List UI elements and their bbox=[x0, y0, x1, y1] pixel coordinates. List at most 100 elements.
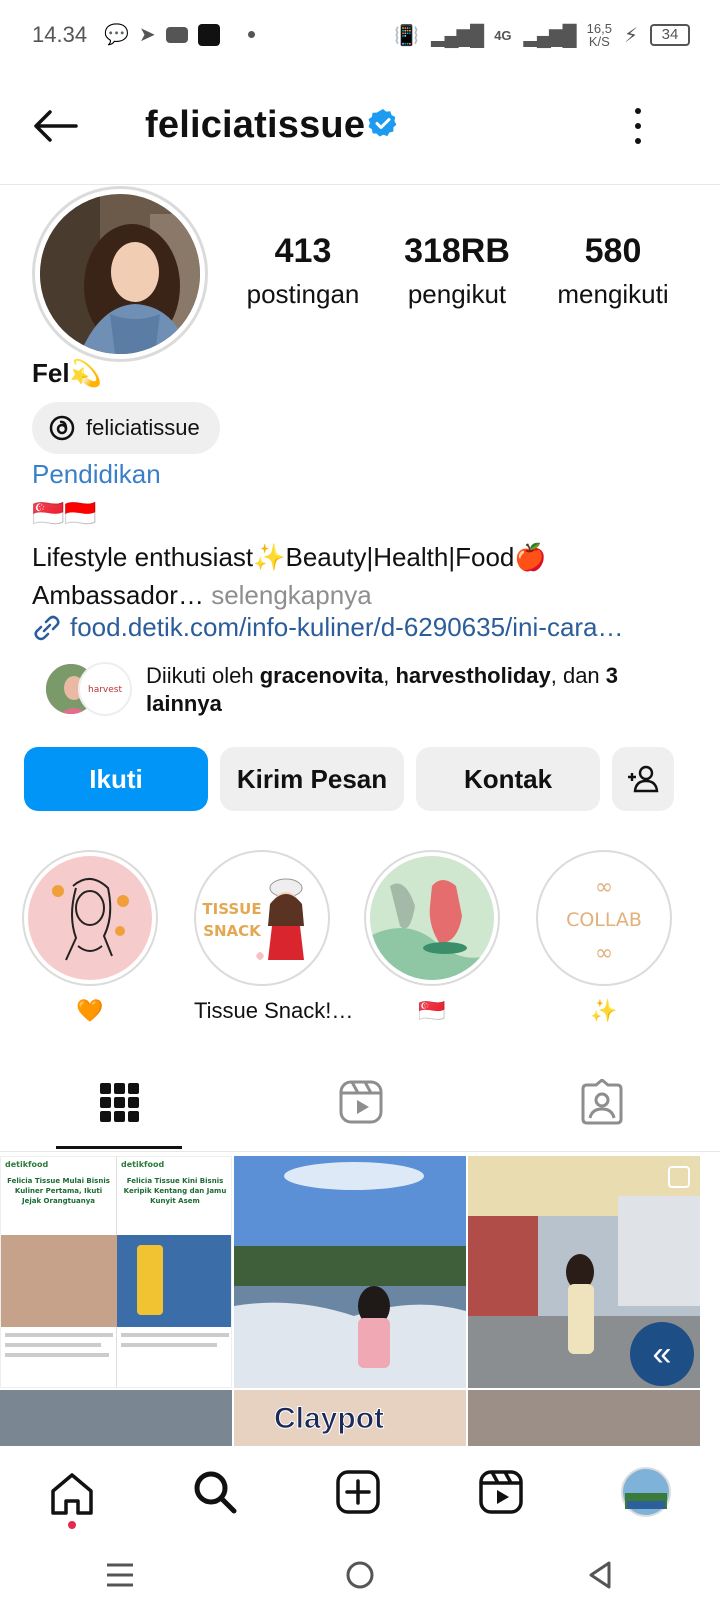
header-divider bbox=[0, 184, 720, 185]
highlight-2-label: Tissue Snack!… bbox=[194, 998, 354, 1023]
back-button[interactable] bbox=[30, 106, 80, 146]
avatar-photo bbox=[40, 194, 200, 354]
reels-icon bbox=[339, 1080, 383, 1124]
recents-button[interactable] bbox=[105, 1562, 135, 1593]
svg-text:∞: ∞ bbox=[595, 941, 613, 966]
highlight-2[interactable]: TISSUE SNACK Tissue Snack!… bbox=[194, 850, 354, 1024]
tab-reels[interactable] bbox=[242, 1052, 480, 1152]
tagged-icon bbox=[581, 1079, 623, 1125]
highlight-4-cover: ∞ COLLAB ∞ bbox=[542, 856, 666, 980]
bio-text: Lifestyle enthusiast✨Beauty|Health|Food🍎… bbox=[32, 538, 547, 614]
highlight-1-cover bbox=[28, 856, 152, 980]
following-count[interactable]: 580 mengikuti bbox=[548, 232, 678, 310]
svg-text:SNACK: SNACK bbox=[203, 922, 262, 940]
back-system-button[interactable] bbox=[585, 1560, 615, 1595]
add-post-icon bbox=[336, 1469, 380, 1514]
search-icon bbox=[194, 1471, 237, 1513]
profile-username: feliciatissue bbox=[145, 104, 366, 146]
threads-handle: feliciatissue bbox=[86, 415, 200, 440]
signal-icon-2: ▂▄▆█ bbox=[523, 24, 577, 47]
notification-dot bbox=[67, 1521, 76, 1529]
tab-tagged[interactable] bbox=[484, 1052, 720, 1152]
status-right: 📳 ▂▄▆█ 4G ▂▄▆█ 16,5 K/S ⚡ 34 bbox=[394, 22, 690, 48]
posts-count[interactable]: 413 postingan bbox=[243, 232, 363, 310]
grid-post-4[interactable] bbox=[0, 1390, 232, 1446]
grid-post-6[interactable] bbox=[468, 1390, 700, 1446]
mutual-followers[interactable]: harvest Diikuti oleh gracenovita, harves… bbox=[44, 662, 684, 718]
link-icon bbox=[34, 615, 60, 640]
post-1-headline-a: Felicia Tissue Mulai Bisnis Kuliner Pert… bbox=[7, 1177, 110, 1205]
chat-icon: 💬 bbox=[104, 24, 129, 46]
nav-home[interactable] bbox=[49, 1471, 95, 1529]
svg-text:harvest: harvest bbox=[88, 685, 122, 695]
bio-flags: 🇸🇬🇮🇩 bbox=[32, 498, 97, 528]
profile-avatar[interactable] bbox=[32, 186, 208, 362]
verified-badge-icon bbox=[368, 109, 397, 137]
highlight-1-label: 🧡 bbox=[76, 998, 104, 1023]
see-more-link[interactable]: selengkapnya bbox=[204, 580, 371, 610]
bio-line-2: Ambassador… selengkapnya bbox=[32, 580, 372, 610]
post-5-text: Claypot bbox=[273, 1402, 385, 1436]
home-button[interactable] bbox=[345, 1560, 375, 1595]
charging-icon: ⚡ bbox=[623, 24, 638, 47]
add-user-icon bbox=[628, 765, 659, 793]
svg-text:∞: ∞ bbox=[595, 875, 613, 900]
suggest-user-button[interactable] bbox=[612, 747, 674, 811]
triangle-back-icon bbox=[589, 1561, 611, 1588]
telegram-icon: ➤ bbox=[138, 24, 156, 46]
multi-post-icon bbox=[668, 1166, 690, 1188]
highlight-3-label: 🇸🇬 bbox=[418, 998, 446, 1023]
mutual-avatars: harvest bbox=[44, 662, 132, 716]
bio-line-1: Lifestyle enthusiast✨Beauty|Health|Food🍎 bbox=[32, 542, 547, 572]
profile-avatar-icon bbox=[621, 1466, 672, 1517]
profile-display-name: Fel💫 bbox=[32, 358, 102, 388]
vibrate-icon: 📳 bbox=[394, 24, 420, 47]
nav-create[interactable] bbox=[335, 1469, 381, 1520]
grid-post-5[interactable]: Claypot bbox=[234, 1390, 466, 1446]
posts-grid: detikfood Felicia Tissue Mulai Bisnis Ku… bbox=[0, 1156, 720, 1446]
notification-icons: 💬 ➤ bbox=[104, 22, 255, 47]
highlight-3[interactable]: 🇸🇬 bbox=[364, 850, 500, 1024]
highlight-2-cover: TISSUE SNACK bbox=[200, 856, 324, 980]
dot-icon bbox=[247, 31, 255, 38]
threads-icon bbox=[49, 415, 75, 441]
tab-posts-grid[interactable] bbox=[0, 1052, 238, 1152]
nav-profile[interactable] bbox=[621, 1466, 672, 1522]
bio-link[interactable]: food.detik.com/info-kuliner/d-6290635/in… bbox=[32, 612, 624, 643]
nav-reels[interactable] bbox=[478, 1469, 524, 1520]
back-arrow-icon bbox=[34, 110, 78, 142]
post-1-brand-b: detikfood bbox=[121, 1160, 165, 1169]
status-bar: 14.34 💬 ➤ 📳 ▂▄▆█ 4G ▂▄▆█ 16,5 K/S ⚡ 34 bbox=[0, 0, 720, 72]
contact-button[interactable]: Kontak bbox=[416, 747, 600, 811]
highlight-4[interactable]: ∞ COLLAB ∞ ✨ bbox=[536, 850, 672, 1024]
status-time: 14.34 bbox=[32, 22, 88, 47]
mutual-followers-text: Diikuti oleh gracenovita, harvestholiday… bbox=[146, 663, 619, 716]
nav-search[interactable] bbox=[192, 1469, 238, 1520]
svg-text:TISSUE: TISSUE bbox=[202, 900, 261, 918]
highlight-1[interactable]: 🧡 bbox=[22, 850, 158, 1024]
threads-badge[interactable]: feliciatissue bbox=[32, 402, 220, 454]
message-button[interactable]: Kirim Pesan bbox=[220, 747, 404, 811]
circle-icon bbox=[346, 1561, 374, 1588]
system-navigation bbox=[0, 1542, 720, 1612]
followers-count[interactable]: 318RB pengikut bbox=[392, 232, 522, 310]
reels-nav-icon bbox=[479, 1469, 523, 1514]
battery-indicator: 34 bbox=[650, 24, 690, 46]
profile-tabs bbox=[0, 1052, 720, 1152]
grid-post-2[interactable] bbox=[234, 1156, 466, 1388]
follow-button[interactable]: Ikuti bbox=[24, 747, 208, 811]
collapse-floating-button[interactable]: « bbox=[630, 1322, 694, 1386]
profile-category: Pendidikan bbox=[32, 459, 161, 489]
home-icon bbox=[50, 1473, 93, 1515]
active-tab-indicator bbox=[56, 1146, 182, 1149]
post-1-headline-b: Felicia Tissue Kini Bisnis Keripik Kenta… bbox=[123, 1177, 227, 1205]
highlight-3-cover bbox=[370, 856, 494, 980]
grid-post-1[interactable]: detikfood Felicia Tissue Mulai Bisnis Ku… bbox=[0, 1156, 232, 1388]
svg-text:COLLAB: COLLAB bbox=[566, 909, 642, 931]
bottom-navigation bbox=[0, 1446, 720, 1542]
app-icon bbox=[197, 23, 220, 46]
signal-icon: ▂▄▆█ bbox=[431, 24, 484, 47]
more-options-button[interactable] bbox=[624, 106, 652, 146]
highlight-4-label: ✨ bbox=[590, 998, 618, 1023]
menu-icon bbox=[107, 1563, 133, 1586]
